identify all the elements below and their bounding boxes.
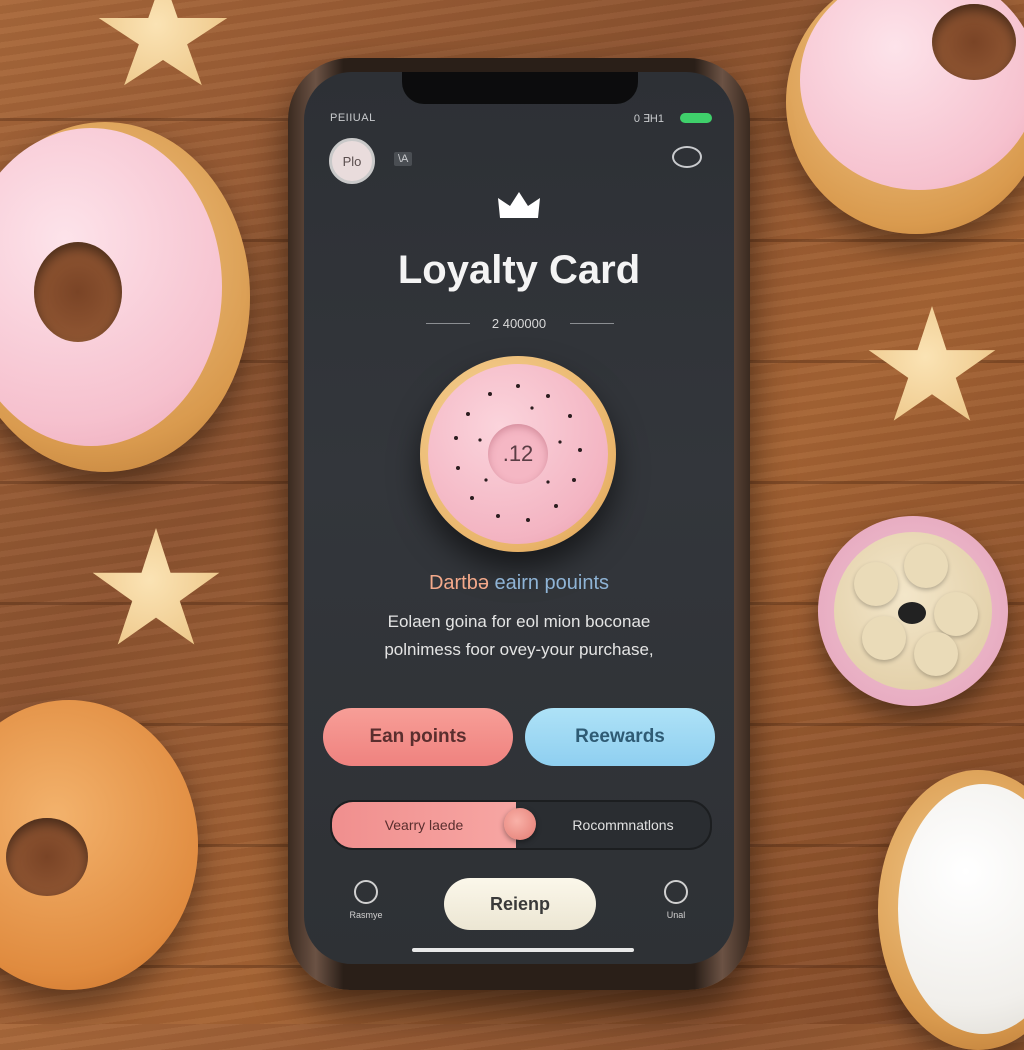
earn-points-button[interactable]: Ean points <box>323 708 513 766</box>
profile-icon <box>664 880 688 904</box>
star-cookie-decoration <box>98 0 228 86</box>
stamp-count: .12 <box>488 424 548 484</box>
pink-donut-decoration <box>0 122 250 472</box>
earn-heading: Dartbə eairn pouints <box>304 572 734 595</box>
segment-right-option[interactable]: Rocommnatlons <box>536 802 710 848</box>
battery-icon <box>680 113 712 123</box>
camera-notch <box>402 72 638 104</box>
toggle-knob[interactable] <box>504 808 536 840</box>
tag-chip: \A <box>394 152 413 166</box>
points-total: 2 400000 <box>491 316 547 331</box>
signup-button[interactable]: Reienp <box>444 878 596 930</box>
chocolate-chip-donut-decoration <box>0 700 198 990</box>
earn-description-line2: polnimess foor ovey-your purchase, <box>384 640 654 659</box>
status-text: 0 ∃H1 <box>633 113 664 125</box>
earn-heading-main: eairn pouints <box>494 572 610 594</box>
earn-heading-prefix: Dartbə <box>428 572 489 594</box>
donut-stamp-counter: .12 <box>420 356 616 552</box>
pink-donut-decoration-top-right <box>786 0 1024 234</box>
star-cookie-decoration <box>868 306 996 421</box>
cookie-jar-decoration <box>818 516 1008 706</box>
star-cookie-decoration <box>92 528 220 645</box>
divider <box>570 323 614 324</box>
crown-icon <box>498 192 540 218</box>
loyalty-app-screen: PEIIUAL 0 ∃H1 Plo \A Loyalty Card 2 4000… <box>304 72 734 964</box>
earn-description-line1: Eolaen goina for eol mion boconae <box>387 612 651 631</box>
rewards-button[interactable]: Reewards <box>525 708 715 766</box>
home-indicator[interactable] <box>412 948 634 952</box>
nav-item-right[interactable]: Unal <box>646 880 706 920</box>
nav-item-left[interactable]: Rasmye <box>336 880 396 920</box>
page-title: Loyalty Card <box>397 248 641 292</box>
nav-label-left: Rasmye <box>349 910 383 920</box>
white-donut-decoration <box>878 770 1024 1050</box>
settings-icon[interactable] <box>672 146 702 168</box>
carrier-text: PEIIUAL <box>330 112 376 124</box>
location-icon <box>354 880 378 904</box>
segment-left-option[interactable]: Vearry laede <box>332 802 516 848</box>
nav-label-right: Unal <box>666 910 686 920</box>
segmented-toggle: Vearry laede Rocommnatlons <box>330 800 712 850</box>
avatar[interactable]: Plo <box>329 138 375 184</box>
